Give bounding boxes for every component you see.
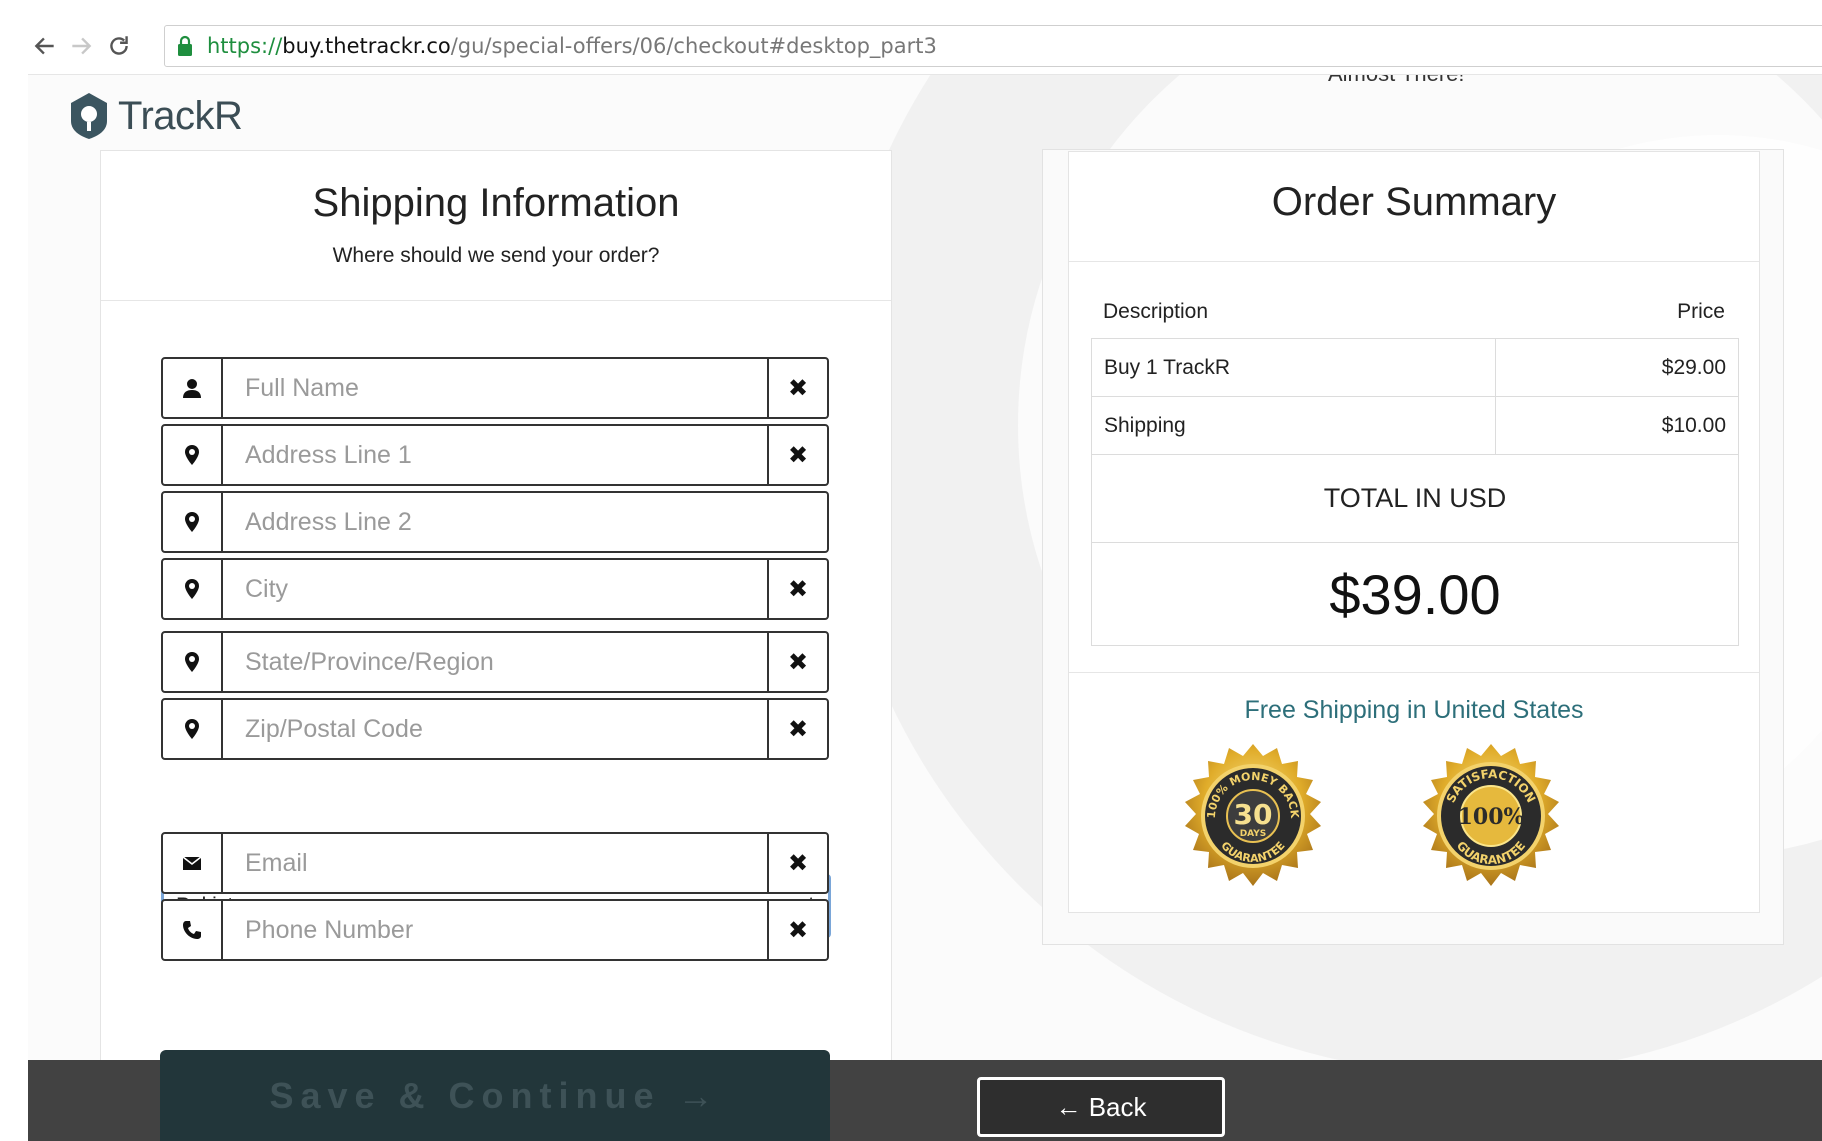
money-back-guarantee-badge: 100% MONEY BACK 30 DAYS GUARANTEE <box>1177 742 1329 894</box>
clear-email-button[interactable]: ✖ <box>767 834 827 892</box>
badge-big-text: 100% <box>1458 804 1525 830</box>
shipping-header: Shipping Information Where should we sen… <box>101 151 891 301</box>
satisfaction-guarantee-badge: SATISFACTION 100% GUARANTEE <box>1415 742 1567 894</box>
table-row: Buy 1 TrackR $29.00 <box>1092 339 1738 397</box>
shipping-card: Shipping Information Where should we sen… <box>100 150 892 1061</box>
clear-state-button[interactable]: ✖ <box>767 633 827 691</box>
zip-code-input[interactable] <box>223 700 767 758</box>
url-host: buy.thetrackr.co <box>282 34 451 58</box>
trackr-logo[interactable]: TrackR <box>68 91 243 141</box>
checkout-page: Almost There! TrackR Shipping Informatio… <box>28 75 1822 1061</box>
state-input[interactable] <box>223 633 767 691</box>
item-description: Shipping <box>1092 397 1496 454</box>
email-input[interactable] <box>223 834 767 892</box>
map-marker-icon <box>163 700 223 758</box>
lock-icon <box>178 35 192 56</box>
badge-big-text: 30 <box>1234 798 1273 831</box>
map-marker-icon <box>163 426 223 484</box>
phone-field: ✖ <box>161 899 829 961</box>
back-button[interactable]: ← Back <box>977 1077 1225 1137</box>
order-summary-title: Order Summary <box>1069 152 1759 262</box>
address-line-2-input[interactable] <box>223 493 827 551</box>
state-field: ✖ <box>161 631 829 693</box>
save-continue-button[interactable]: Save & Continue → <box>160 1050 830 1141</box>
shipping-title: Shipping Information <box>312 181 680 225</box>
reload-icon[interactable] <box>102 28 136 64</box>
map-marker-icon <box>163 560 223 618</box>
address-line-1-field: ✖ <box>161 424 829 486</box>
full-name-input[interactable] <box>223 359 767 417</box>
description-column-header: Description <box>1103 300 1209 323</box>
item-description: Buy 1 TrackR <box>1092 339 1496 396</box>
full-name-field: ✖ <box>161 357 829 419</box>
city-input[interactable] <box>223 560 767 618</box>
item-price: $29.00 <box>1661 355 1726 379</box>
forward-arrow-icon[interactable] <box>64 28 98 64</box>
total-label: TOTAL IN USD <box>1092 455 1738 543</box>
shipping-subtitle: Where should we send your order? <box>332 244 660 267</box>
phone-input[interactable] <box>223 901 767 959</box>
address-line-1-input[interactable] <box>223 426 767 484</box>
badge-small-text: DAYS <box>1240 829 1267 839</box>
item-price: $10.00 <box>1661 413 1726 437</box>
clear-address-line-1-button[interactable]: ✖ <box>767 426 827 484</box>
free-shipping-notice: Free Shipping in United States <box>1244 696 1584 724</box>
email-field: ✖ <box>161 832 829 894</box>
almost-there-heading: Almost There! <box>1328 75 1465 87</box>
envelope-icon <box>163 834 223 892</box>
trackr-shield-icon <box>71 93 107 139</box>
phone-icon <box>163 901 223 959</box>
clear-city-button[interactable]: ✖ <box>767 560 827 618</box>
back-arrow-icon[interactable] <box>28 28 62 64</box>
order-divider <box>1069 672 1759 673</box>
order-table: Buy 1 TrackR $29.00 Shipping $10.00 TOTA… <box>1091 338 1739 646</box>
clear-zip-code-button[interactable]: ✖ <box>767 700 827 758</box>
browser-toolbar: https://buy.thetrackr.co/gu/special-offe… <box>28 18 1822 74</box>
price-column-header: Price <box>1677 300 1725 323</box>
table-row: Shipping $10.00 <box>1092 397 1738 455</box>
city-field: ✖ <box>161 558 829 620</box>
clear-full-name-button[interactable]: ✖ <box>767 359 827 417</box>
map-marker-icon <box>163 633 223 691</box>
address-line-2-field <box>161 491 829 553</box>
url-scheme: https:// <box>207 34 283 58</box>
address-bar[interactable]: https://buy.thetrackr.co/gu/special-offe… <box>164 25 1822 67</box>
order-summary-card: Order Summary Description Price Buy 1 Tr… <box>1068 151 1760 913</box>
url-path: /gu/special-offers/06/checkout#desktop_p… <box>450 34 937 58</box>
zip-code-field: ✖ <box>161 698 829 760</box>
clear-phone-button[interactable]: ✖ <box>767 901 827 959</box>
total-amount: $39.00 <box>1329 562 1501 626</box>
logo-wordmark: TrackR <box>118 93 243 138</box>
user-icon <box>163 359 223 417</box>
map-marker-icon <box>163 493 223 551</box>
